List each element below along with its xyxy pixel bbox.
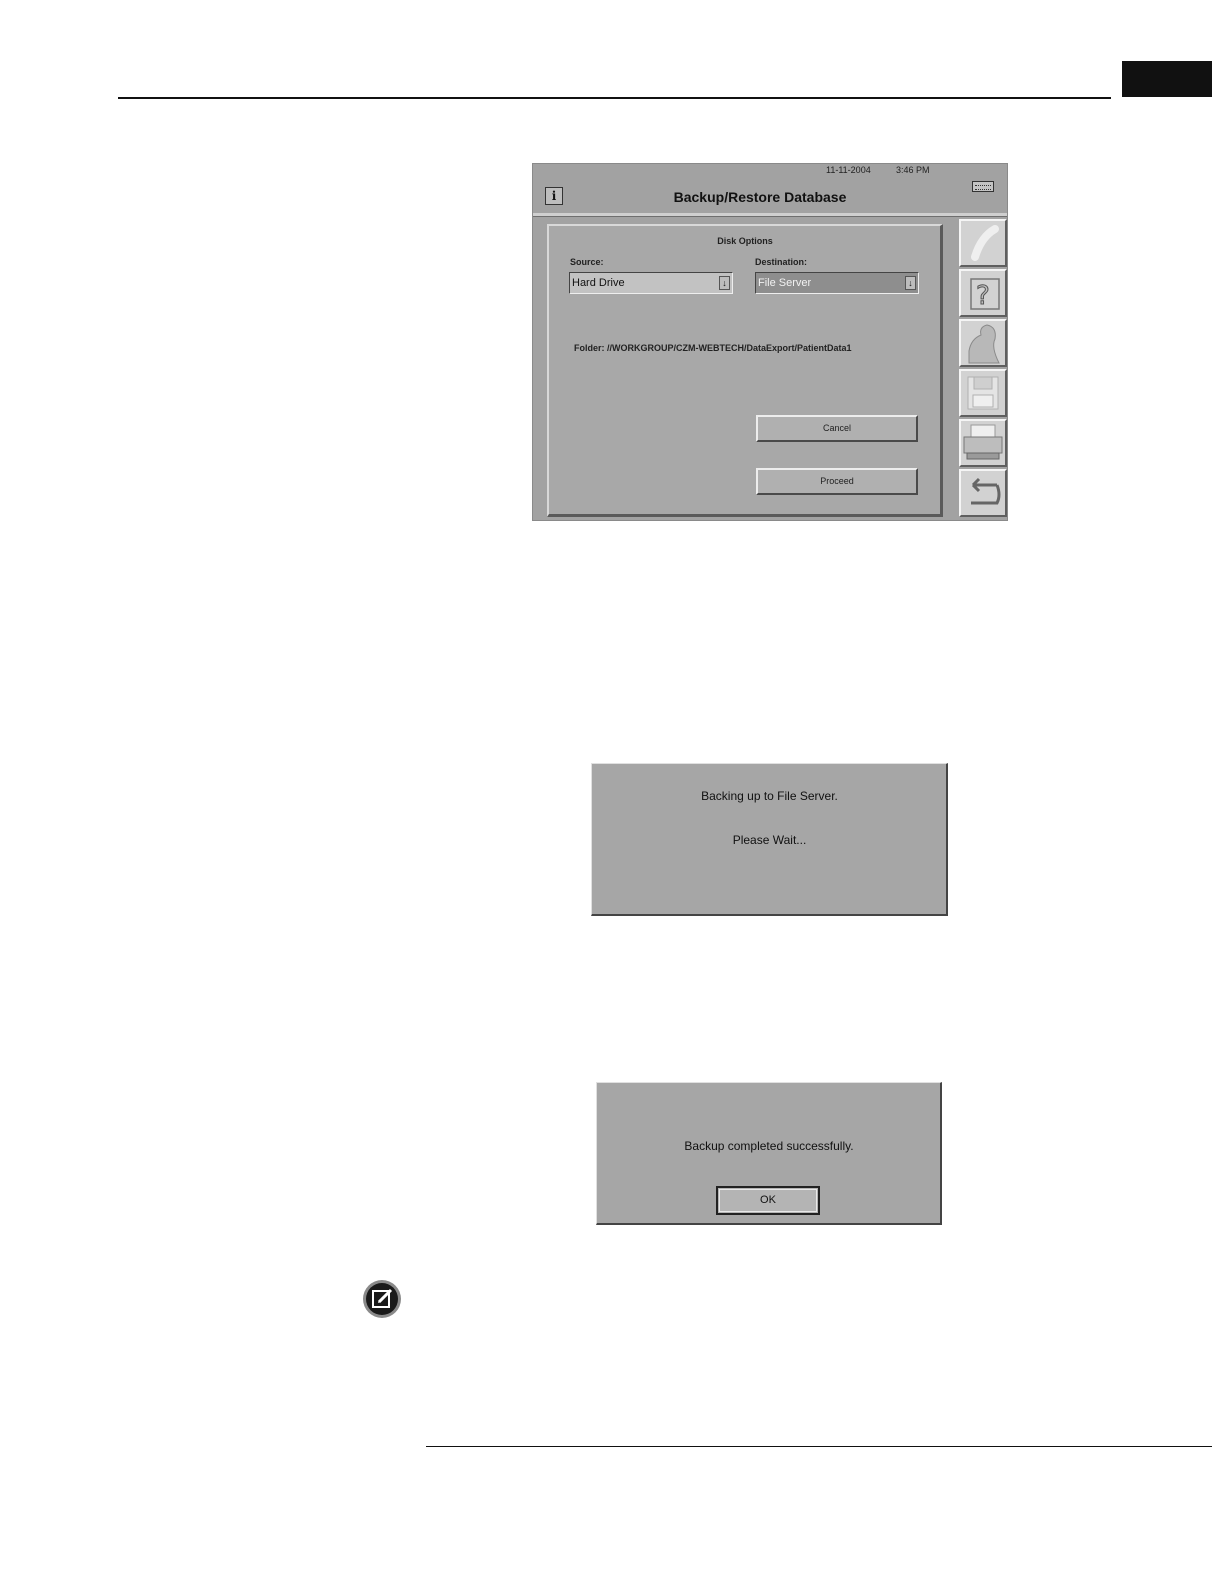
source-value: Hard Drive [572, 277, 625, 289]
destination-label: Destination: [755, 257, 808, 267]
disk-icon [967, 376, 999, 410]
cancel-button[interactable]: Cancel [756, 415, 918, 442]
header-divider [533, 213, 1007, 217]
complete-message: Backup completed successfully. [684, 1139, 854, 1153]
destination-select[interactable]: File Server ↓ [755, 272, 919, 294]
note-icon [363, 1280, 401, 1318]
help-icon: ? [970, 278, 1000, 312]
help-button[interactable]: ? [959, 269, 1007, 317]
source-select[interactable]: Hard Drive ↓ [569, 272, 733, 294]
wait-submessage: Please Wait... [732, 833, 807, 847]
pen-button[interactable] [959, 219, 1007, 267]
chevron-down-icon[interactable]: ↓ [719, 276, 730, 290]
svg-text:?: ? [976, 281, 990, 311]
header-rule [118, 97, 1111, 99]
patient-button[interactable] [959, 319, 1007, 367]
ok-button[interactable]: OK [716, 1186, 820, 1215]
pen-icon [971, 225, 999, 261]
screen-title: Backup/Restore Database [673, 189, 847, 205]
return-button[interactable] [959, 469, 1007, 517]
info-icon[interactable]: i [545, 187, 563, 205]
header-time: 3:46 PM [896, 165, 930, 175]
folder-path: Folder: //WORKGROUP/CZM-WEBTECH/DataExpo… [574, 343, 852, 353]
panel-title: Disk Options [717, 236, 773, 246]
chapter-tab [1122, 61, 1212, 97]
header-date: 11-11-2004 [826, 165, 871, 175]
chevron-down-icon[interactable]: ↓ [905, 276, 916, 290]
disk-button[interactable] [959, 369, 1007, 417]
destination-value: File Server [758, 277, 812, 289]
proceed-button[interactable]: Proceed [756, 468, 918, 495]
printer-icon [963, 424, 1003, 460]
wait-message: Backing up to File Server. [701, 789, 838, 803]
print-button[interactable] [959, 419, 1007, 467]
return-icon [971, 477, 1001, 505]
patient-icon [968, 324, 1000, 364]
keyboard-icon[interactable] [972, 181, 994, 192]
footer-rule [426, 1446, 1212, 1447]
source-label: Source: [570, 257, 604, 267]
